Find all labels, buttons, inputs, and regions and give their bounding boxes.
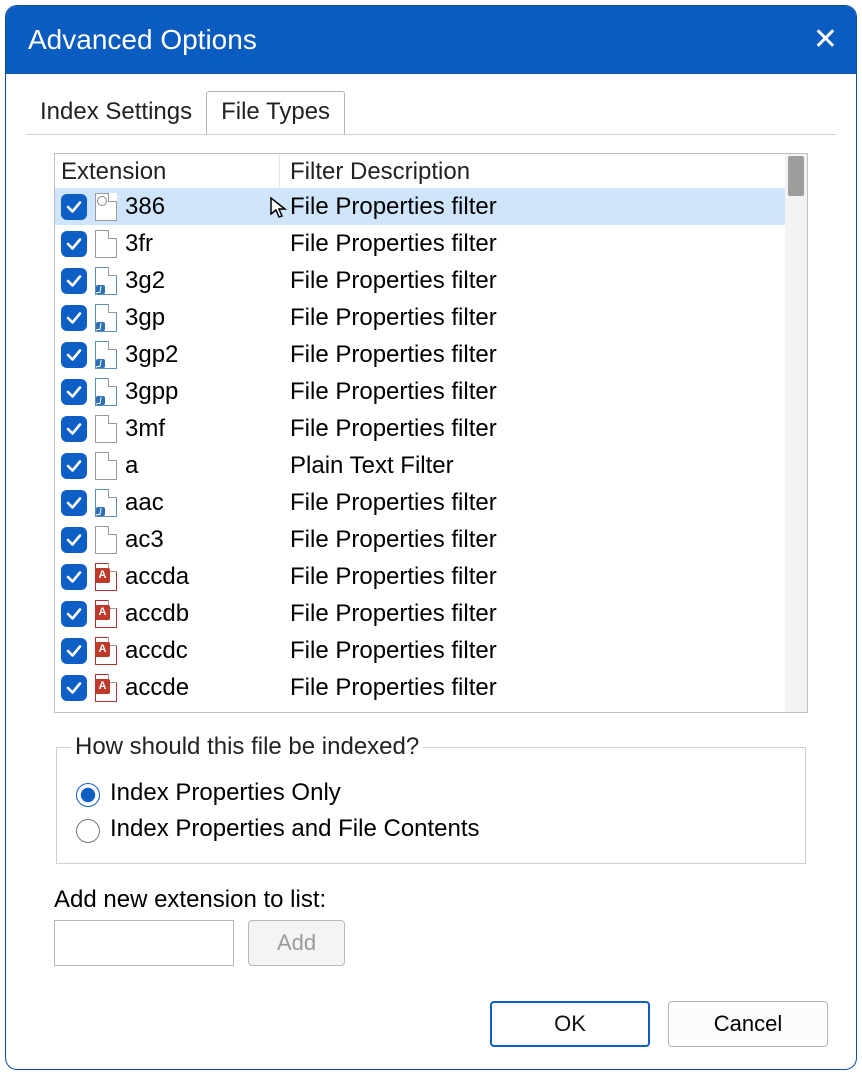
row-filter: File Properties filter xyxy=(280,526,785,554)
file-type-icon: A xyxy=(93,636,125,666)
file-type-icon xyxy=(93,414,125,444)
radio-properties-only[interactable]: Index Properties Only xyxy=(71,779,791,807)
add-extension-button[interactable]: Add xyxy=(248,920,345,966)
add-extension-input[interactable] xyxy=(54,920,234,966)
row-filter: File Properties filter xyxy=(280,341,785,369)
row-checkbox[interactable] xyxy=(61,675,87,701)
file-type-icon: A xyxy=(93,562,125,592)
cancel-button[interactable]: Cancel xyxy=(668,1001,828,1047)
radio-properties-contents-label: Index Properties and File Contents xyxy=(110,815,480,843)
dialog-footer: OK Cancel xyxy=(6,983,856,1069)
file-type-icon xyxy=(93,340,125,370)
row-extension: 3g2 xyxy=(125,267,165,295)
row-filter: File Properties filter xyxy=(280,415,785,443)
tab-index-settings[interactable]: Index Settings xyxy=(26,92,206,134)
row-extension: accde xyxy=(125,674,189,702)
file-type-icon xyxy=(93,229,125,259)
row-filter: File Properties filter xyxy=(280,600,785,628)
advanced-options-window: Advanced Options ✕ Index Settings File T… xyxy=(5,5,857,1070)
client-area: Index Settings File Types Extension Filt… xyxy=(6,74,856,1069)
row-checkbox[interactable] xyxy=(61,342,87,368)
row-checkbox[interactable] xyxy=(61,527,87,553)
row-filter: Plain Text Filter xyxy=(280,452,785,480)
row-filter: File Properties filter xyxy=(280,304,785,332)
radio-properties-contents[interactable]: Index Properties and File Contents xyxy=(71,815,791,843)
file-type-icon xyxy=(93,451,125,481)
radio-properties-only-label: Index Properties Only xyxy=(110,779,341,807)
row-extension: a xyxy=(125,452,138,480)
table-row[interactable]: 3fr File Properties filter xyxy=(55,225,785,262)
row-extension: accdb xyxy=(125,600,189,628)
row-filter: File Properties filter xyxy=(280,230,785,258)
table-row[interactable]: ac3 File Properties filter xyxy=(55,521,785,558)
close-button[interactable]: ✕ xyxy=(813,25,838,55)
file-types-tabpage: Extension Filter Description 386 File Pro… xyxy=(26,134,836,983)
table-row[interactable]: aac File Properties filter xyxy=(55,484,785,521)
row-checkbox[interactable] xyxy=(61,638,87,664)
vertical-scrollbar[interactable] xyxy=(785,154,807,712)
table-row[interactable]: Aaccdb File Properties filter xyxy=(55,595,785,632)
file-type-icon xyxy=(93,192,125,222)
row-extension: 3gp2 xyxy=(125,341,178,369)
row-checkbox[interactable] xyxy=(61,194,87,220)
table-row[interactable]: 3mf File Properties filter xyxy=(55,410,785,447)
row-checkbox[interactable] xyxy=(61,490,87,516)
row-checkbox[interactable] xyxy=(61,305,87,331)
index-how-legend: How should this file be indexed? xyxy=(71,733,423,761)
row-filter: File Properties filter xyxy=(280,674,785,702)
row-checkbox[interactable] xyxy=(61,268,87,294)
titlebar: Advanced Options ✕ xyxy=(6,6,856,74)
file-type-icon xyxy=(93,525,125,555)
file-type-icon xyxy=(93,488,125,518)
file-type-icon xyxy=(93,266,125,296)
row-checkbox[interactable] xyxy=(61,453,87,479)
radio-properties-only-input[interactable] xyxy=(76,783,100,807)
list-header: Extension Filter Description xyxy=(55,154,785,188)
table-row[interactable]: 3gpp File Properties filter xyxy=(55,373,785,410)
table-row[interactable]: Aaccdc File Properties filter xyxy=(55,632,785,669)
row-extension: accda xyxy=(125,563,189,591)
row-checkbox[interactable] xyxy=(61,564,87,590)
row-extension: 3fr xyxy=(125,230,153,258)
row-extension: ac3 xyxy=(125,526,164,554)
row-checkbox[interactable] xyxy=(61,379,87,405)
file-types-list[interactable]: Extension Filter Description 386 File Pro… xyxy=(54,153,808,713)
window-title: Advanced Options xyxy=(28,24,257,56)
row-filter: File Properties filter xyxy=(280,563,785,591)
row-filter: File Properties filter xyxy=(280,267,785,295)
index-how-group: How should this file be indexed? Index P… xyxy=(56,733,806,864)
row-extension: 3mf xyxy=(125,415,165,443)
table-row[interactable]: 3gp File Properties filter xyxy=(55,299,785,336)
table-row[interactable]: Aaccda File Properties filter xyxy=(55,558,785,595)
tab-file-types[interactable]: File Types xyxy=(206,91,345,134)
file-type-icon xyxy=(93,377,125,407)
file-type-icon: A xyxy=(93,599,125,629)
table-row[interactable]: a Plain Text Filter xyxy=(55,447,785,484)
row-extension: aac xyxy=(125,489,164,517)
row-extension: 386 xyxy=(125,193,165,221)
table-row[interactable]: Aaccde File Properties filter xyxy=(55,669,785,706)
tabstrip: Index Settings File Types xyxy=(6,74,856,134)
table-row[interactable]: 3g2 File Properties filter xyxy=(55,262,785,299)
row-filter: File Properties filter xyxy=(280,489,785,517)
file-type-icon xyxy=(93,303,125,333)
file-type-icon: A xyxy=(93,673,125,703)
col-header-filter[interactable]: Filter Description xyxy=(280,154,785,188)
row-extension: 3gp xyxy=(125,304,165,332)
row-filter: File Properties filter xyxy=(280,637,785,665)
row-filter: File Properties filter xyxy=(280,378,785,406)
add-extension-label: Add new extension to list: xyxy=(54,886,808,914)
table-row[interactable]: 386 File Properties filter xyxy=(55,188,785,225)
row-filter: File Properties filter xyxy=(280,193,785,221)
row-checkbox[interactable] xyxy=(61,231,87,257)
row-extension: accdc xyxy=(125,637,188,665)
scrollbar-thumb[interactable] xyxy=(788,156,804,196)
row-checkbox[interactable] xyxy=(61,601,87,627)
col-header-extension[interactable]: Extension xyxy=(55,154,280,188)
table-row[interactable]: 3gp2 File Properties filter xyxy=(55,336,785,373)
radio-properties-contents-input[interactable] xyxy=(76,819,100,843)
row-extension: 3gpp xyxy=(125,378,178,406)
row-checkbox[interactable] xyxy=(61,416,87,442)
ok-button[interactable]: OK xyxy=(490,1001,650,1047)
